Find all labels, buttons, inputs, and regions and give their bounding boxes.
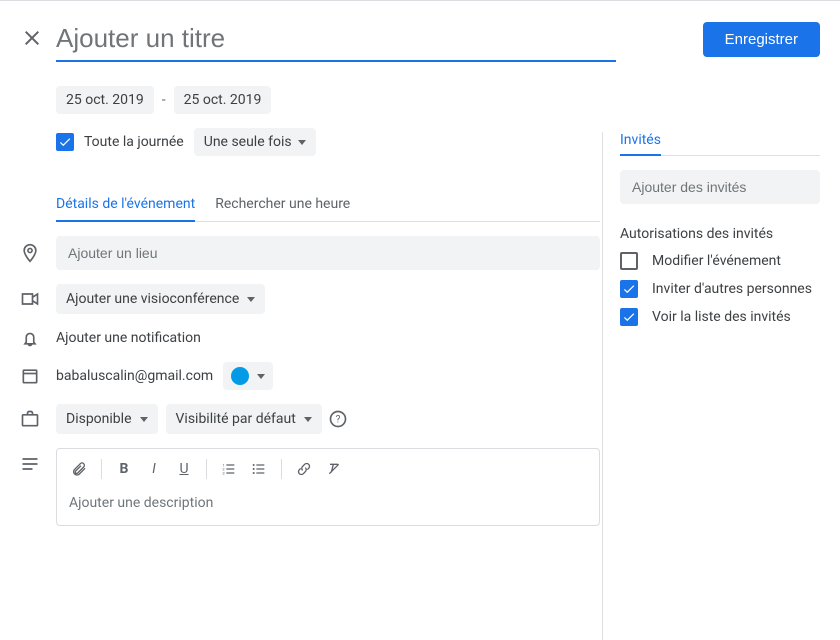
guests-input[interactable] bbox=[620, 170, 820, 204]
color-swatch bbox=[231, 367, 249, 385]
perm-modify-checkbox[interactable] bbox=[620, 252, 638, 270]
repeat-select[interactable]: Une seule fois bbox=[194, 128, 316, 156]
location-icon bbox=[20, 243, 56, 263]
svg-text:?: ? bbox=[335, 414, 340, 425]
chevron-down-icon bbox=[140, 417, 148, 422]
all-day-label: Toute la journée bbox=[84, 134, 184, 150]
visibility-select[interactable]: Visibilité par défaut bbox=[166, 404, 322, 434]
tab-details[interactable]: Détails de l'événement bbox=[56, 188, 195, 222]
help-icon[interactable]: ? bbox=[328, 409, 348, 429]
close-icon[interactable] bbox=[20, 26, 44, 54]
description-icon bbox=[20, 448, 56, 474]
date-separator: - bbox=[162, 92, 166, 108]
owner-email: babaluscalin@gmail.com bbox=[56, 368, 213, 384]
perm-modify-label: Modifier l'événement bbox=[652, 253, 781, 269]
tab-find-time[interactable]: Rechercher une heure bbox=[215, 188, 350, 221]
tab-guests[interactable]: Invités bbox=[620, 132, 661, 156]
underline-icon[interactable]: U bbox=[170, 455, 198, 483]
clear-format-icon[interactable] bbox=[320, 455, 348, 483]
chevron-down-icon bbox=[304, 417, 312, 422]
chevron-down-icon bbox=[257, 374, 265, 379]
bold-icon[interactable]: B bbox=[110, 455, 138, 483]
attach-icon[interactable] bbox=[65, 455, 93, 483]
availability-select[interactable]: Disponible bbox=[56, 404, 158, 434]
calendar-icon bbox=[20, 366, 56, 386]
color-select[interactable] bbox=[223, 362, 273, 390]
end-date-chip[interactable]: 25 oct. 2019 bbox=[174, 86, 272, 114]
perm-invite-checkbox[interactable] bbox=[620, 280, 638, 298]
chevron-down-icon bbox=[298, 140, 306, 145]
perm-see-list-label: Voir la liste des invités bbox=[652, 309, 791, 325]
bullet-list-icon[interactable] bbox=[245, 455, 273, 483]
perm-see-list-checkbox[interactable] bbox=[620, 308, 638, 326]
chevron-down-icon bbox=[247, 297, 255, 302]
title-input[interactable] bbox=[56, 17, 616, 62]
italic-icon[interactable]: I bbox=[140, 455, 168, 483]
description-textarea[interactable]: Ajouter une description bbox=[57, 489, 599, 525]
perm-invite-label: Inviter d'autres personnes bbox=[652, 281, 812, 297]
videoconference-select[interactable]: Ajouter une visioconférence bbox=[56, 284, 265, 314]
all-day-checkbox[interactable] bbox=[56, 133, 74, 151]
svg-text:3: 3 bbox=[222, 470, 224, 475]
start-date-chip[interactable]: 25 oct. 2019 bbox=[56, 86, 154, 114]
vertical-divider bbox=[602, 132, 603, 640]
add-notification-link[interactable]: Ajouter une notification bbox=[56, 330, 201, 346]
visibility-label: Visibilité par défaut bbox=[176, 411, 296, 427]
guest-permissions-title: Autorisations des invités bbox=[620, 226, 820, 242]
briefcase-icon bbox=[20, 409, 56, 429]
numbered-list-icon[interactable]: 123 bbox=[215, 455, 243, 483]
bell-icon bbox=[20, 328, 56, 348]
repeat-label: Une seule fois bbox=[204, 134, 292, 150]
save-button[interactable]: Enregistrer bbox=[703, 22, 820, 57]
videoconference-label: Ajouter une visioconférence bbox=[66, 291, 239, 307]
location-input[interactable] bbox=[56, 236, 600, 270]
availability-label: Disponible bbox=[66, 411, 132, 427]
link-icon[interactable] bbox=[290, 455, 318, 483]
video-icon bbox=[20, 289, 56, 309]
